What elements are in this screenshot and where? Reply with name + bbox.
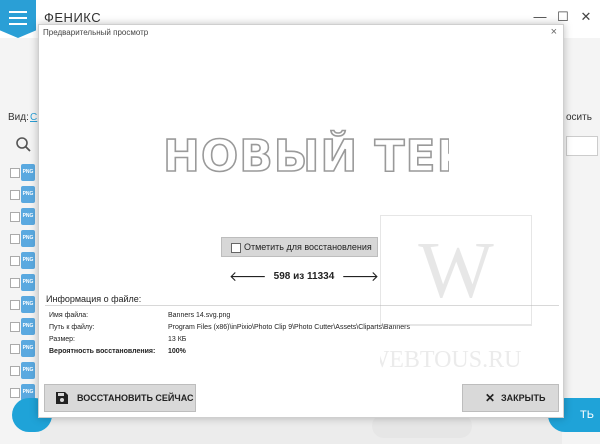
- list-item[interactable]: PNG: [10, 230, 40, 248]
- list-item-checkbox[interactable]: [10, 256, 20, 266]
- mark-for-recovery-button[interactable]: Отметить для восстановления: [221, 237, 378, 257]
- list-item[interactable]: PNG: [10, 296, 40, 314]
- menu-icon[interactable]: [0, 0, 36, 38]
- png-file-icon: PNG: [21, 318, 35, 335]
- png-file-icon: PNG: [21, 274, 35, 291]
- view-label: Вид:: [8, 112, 29, 123]
- save-icon: [56, 392, 68, 404]
- restore-now-button[interactable]: ВОССТАНОВИТЬ СЕЙЧАС: [44, 384, 196, 412]
- restore-label: ВОССТАНОВИТЬ СЕЙЧАС: [77, 393, 194, 403]
- dialog-close-icon[interactable]: ×: [551, 26, 557, 38]
- search-icon[interactable]: [14, 136, 34, 154]
- view-link[interactable]: С: [30, 112, 37, 123]
- right-panel: [562, 38, 600, 444]
- list-item[interactable]: PNG: [10, 340, 40, 358]
- mark-label: Отметить для восстановления: [244, 242, 372, 252]
- list-item-checkbox[interactable]: [10, 366, 20, 376]
- list-item[interactable]: PNG: [10, 318, 40, 336]
- app-title: ФЕНИКС: [44, 10, 102, 25]
- list-item[interactable]: PNG: [10, 362, 40, 380]
- right-partial-text: осить: [566, 112, 592, 123]
- list-item-checkbox[interactable]: [10, 212, 20, 222]
- close-icon: ✕: [485, 391, 496, 405]
- arrow-right-icon[interactable]: 🡒: [341, 268, 379, 285]
- preview-navigation: 🡐 598 из 11334 🡒: [229, 267, 379, 287]
- file-info-title: Информация о файле:: [46, 294, 142, 304]
- svg-text:WEBTOUS.RU: WEBTOUS.RU: [380, 347, 521, 373]
- preview-text: НОВЫЙ ТЕКСТ: [163, 129, 449, 182]
- right-search-input[interactable]: [566, 136, 598, 156]
- list-item-checkbox[interactable]: [10, 234, 20, 244]
- png-file-icon: PNG: [21, 164, 35, 181]
- svg-text:W: W: [418, 227, 494, 315]
- window-close-button[interactable]: ✕: [576, 9, 596, 25]
- png-file-icon: PNG: [21, 362, 35, 379]
- preview-image: НОВЫЙ ТЕКСТ: [162, 128, 449, 183]
- list-item-checkbox[interactable]: [10, 168, 20, 178]
- png-file-icon: PNG: [21, 230, 35, 247]
- png-file-icon: PNG: [21, 186, 35, 203]
- list-item-checkbox[interactable]: [10, 344, 20, 354]
- list-item[interactable]: PNG: [10, 208, 40, 226]
- list-item-checkbox[interactable]: [10, 190, 20, 200]
- list-item[interactable]: PNG: [10, 274, 40, 292]
- list-item-checkbox[interactable]: [10, 388, 20, 398]
- list-item-checkbox[interactable]: [10, 300, 20, 310]
- minimize-button[interactable]: —: [530, 9, 550, 25]
- list-item[interactable]: PNG: [10, 186, 40, 204]
- png-file-icon: PNG: [21, 340, 35, 357]
- png-file-icon: PNG: [21, 296, 35, 313]
- watermark-logo: W WEBTOUS.RU: [380, 215, 532, 373]
- list-item-checkbox[interactable]: [10, 278, 20, 288]
- close-label: ЗАКРЫТЬ: [501, 393, 546, 403]
- list-item[interactable]: PNG: [10, 252, 40, 270]
- png-file-icon: PNG: [21, 208, 35, 225]
- mark-checkbox[interactable]: [231, 243, 241, 253]
- close-button[interactable]: ✕ ЗАКРЫТЬ: [462, 384, 559, 412]
- dialog-title: Предварительный просмотр: [43, 28, 149, 37]
- maximize-button[interactable]: ☐: [553, 9, 573, 25]
- png-file-icon: PNG: [21, 252, 35, 269]
- list-item-checkbox[interactable]: [10, 322, 20, 332]
- list-item[interactable]: PNG: [10, 164, 40, 182]
